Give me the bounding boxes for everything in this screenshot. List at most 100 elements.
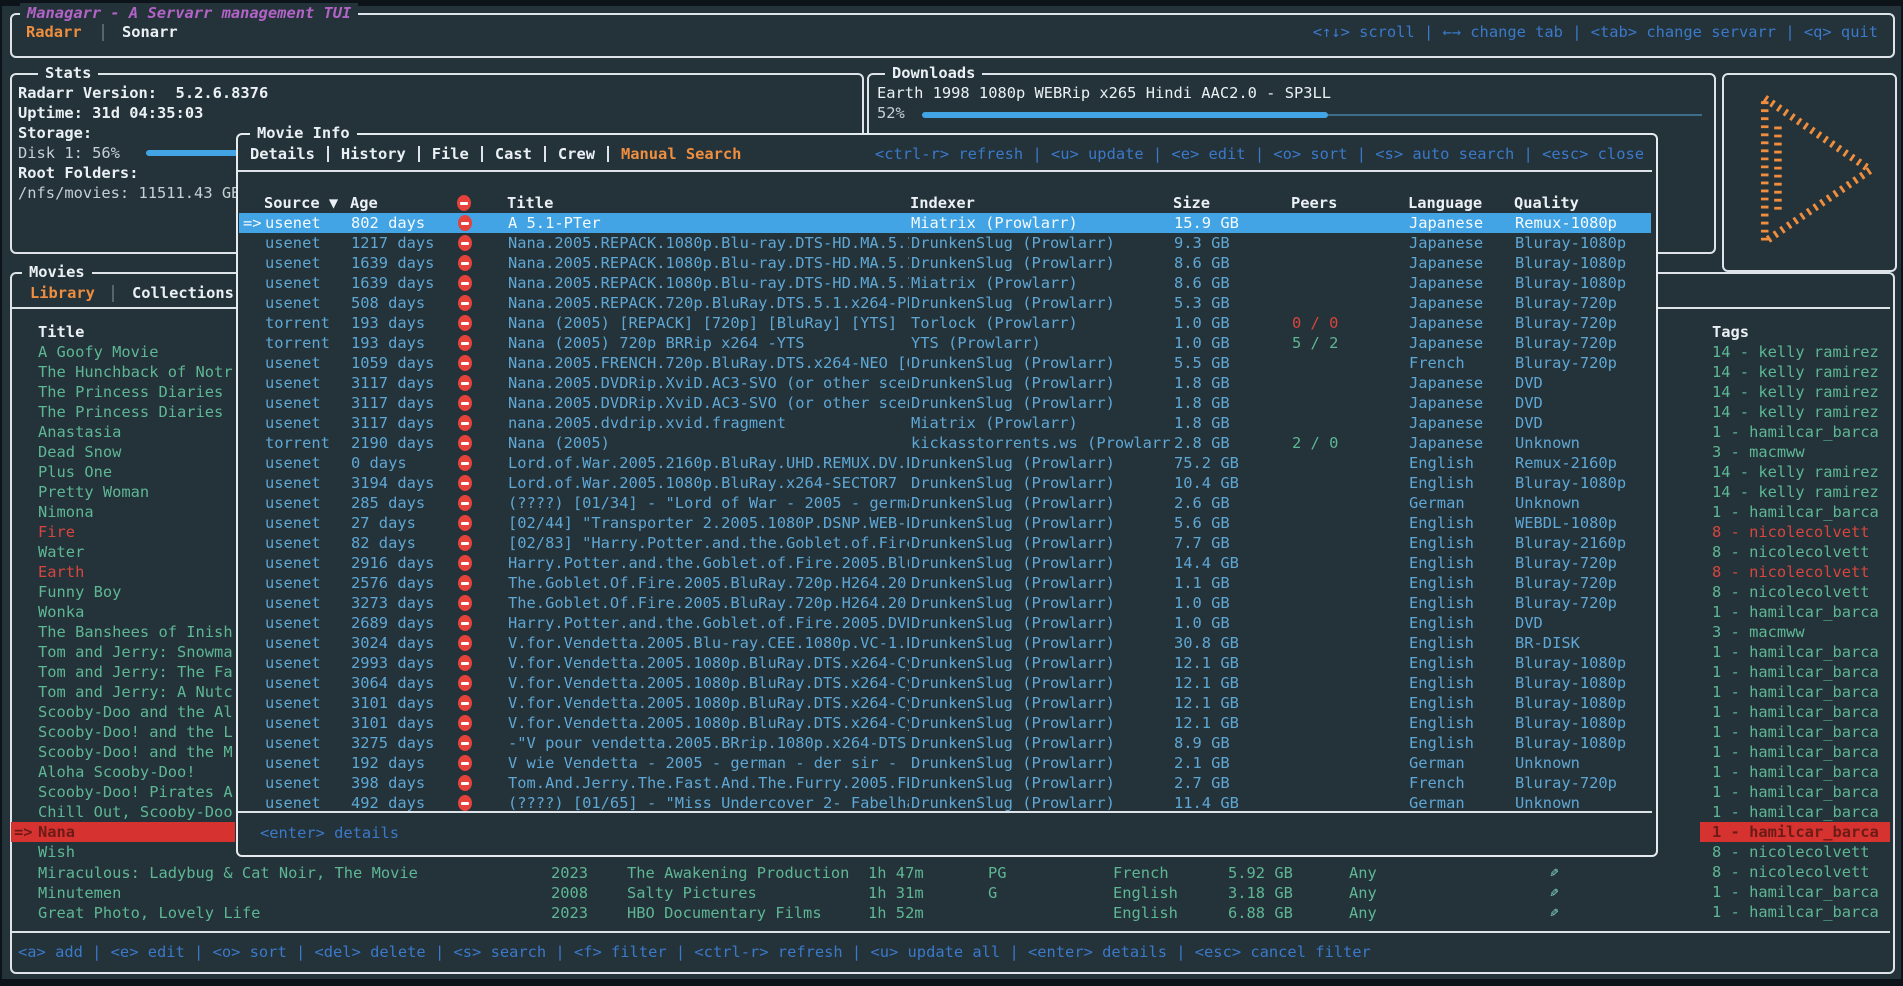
search-result-row[interactable]: usenet2576 daysThe.Goblet.Of.Fire.2005.B… [239,573,1651,593]
cell-source: usenet [265,613,345,633]
tag-cell: 3 - macmww [1712,442,1805,462]
movies-list-item[interactable]: Tom and Jerry: The Fa [38,662,233,682]
search-result-row[interactable]: usenet1639 daysNana.2005.REPACK.1080p.Bl… [239,273,1651,293]
search-result-row[interactable]: usenet3101 daysV.for.Vendetta.2005.1080p… [239,713,1651,733]
movies-list-item[interactable]: Tom and Jerry: A Nutc [38,682,233,702]
movies-list-item[interactable]: A Goofy Movie [38,342,158,362]
movies-list-item[interactable]: Plus One [38,462,112,482]
search-result-row[interactable]: usenet3117 daysNana.2005.DVDRip.XviD.AC3… [239,373,1651,393]
tab-sonarr[interactable]: Sonarr [122,22,178,42]
search-result-row[interactable]: torrent2190 daysNana (2005)kickasstorren… [239,433,1651,453]
movies-list-item[interactable]: Wonka [38,602,84,622]
movies-list-item[interactable]: Chill Out, Scooby-Doo [38,802,233,822]
movies-list-item[interactable]: The Princess Diaries [38,402,223,422]
search-result-row[interactable]: usenet398 daysTom.And.Jerry.The.Fast.And… [239,773,1651,793]
modal-tab-details[interactable]: Details [250,144,315,164]
search-result-row[interactable]: usenet27 days[02/44] "Transporter 2.2005… [239,513,1651,533]
movies-list-item[interactable]: Earth [38,562,84,582]
modal-tab-history[interactable]: History [341,144,406,164]
tab-collections[interactable]: Collections [132,283,234,303]
movies-list-item[interactable]: Scooby-Doo! and the M [38,742,233,762]
movies-list-item[interactable]: The Banshees of Inish [38,622,233,642]
cell-quality: DVD [1515,613,1651,633]
search-result-row[interactable]: =>usenet802 daysA 5.1-PTerMiatrix (Prowl… [239,213,1651,233]
movies-list-item-selected[interactable]: =>Nana [11,822,235,842]
movies-list-item[interactable]: Aloha Scooby-Doo! [38,762,196,782]
movies-list-item[interactable]: Tom and Jerry: Snowma [38,642,233,662]
search-result-row[interactable]: usenet82 days[02/83] "Harry.Potter.and.t… [239,533,1651,553]
cell-age: 2689 days [351,613,451,633]
movies-list-item[interactable]: Scooby-Doo! Pirates A [38,782,233,802]
cell-title: Lord.of.War.2005.1080p.BluRay.x264-SECTO… [508,473,909,493]
modal-tab-file[interactable]: File [432,144,469,164]
monitored-quill-icon: ✎ [1550,903,1558,923]
cell-quality: Bluray-720p [1515,293,1651,313]
search-result-row[interactable]: usenet3275 days-"V pour vendetta.2005.BR… [239,733,1651,753]
cell-language: Japanese [1409,373,1509,393]
movies-list-item[interactable]: Funny Boy [38,582,121,602]
search-result-row[interactable]: usenet3117 daysnana.2005.dvdrip.xvid.fra… [239,413,1651,433]
movies-list-item[interactable]: The Hunchback of Notr [38,362,233,382]
tag-cell: 1 - hamilcar_barca [1712,662,1879,682]
cell-language: Japanese [1409,213,1509,233]
cell-language: German [1409,493,1509,513]
search-result-row[interactable]: usenet192 daysV wie Vendetta - 2005 - ge… [239,753,1651,773]
no-entry-icon [458,335,472,351]
movies-list-item[interactable]: Pretty Woman [38,482,149,502]
movies-list-item[interactable]: Nimona [38,502,94,522]
downloads-title: Downloads [885,63,982,83]
movie-studio: Salty Pictures [627,883,862,903]
search-result-row[interactable]: usenet508 daysNana.2005.REPACK.720p.BluR… [239,293,1651,313]
search-result-row[interactable]: usenet3101 daysV.for.Vendetta.2005.1080p… [239,693,1651,713]
modal-footer-keybind: <enter> details [260,823,399,843]
search-result-row[interactable]: usenet2916 daysHarry.Potter.and.the.Gobl… [239,553,1651,573]
search-result-row[interactable]: usenet1217 daysNana.2005.REPACK.1080p.Bl… [239,233,1651,253]
search-result-row[interactable]: usenet285 days(????) [01/34] - "Lord of … [239,493,1651,513]
cell-source: torrent [265,433,345,453]
modal-tab-crew[interactable]: Crew [558,144,595,164]
search-result-row[interactable]: usenet0 daysLord.of.War.2005.2160p.BluRa… [239,453,1651,473]
movies-list-item[interactable]: The Princess Diaries [38,382,223,402]
search-result-row[interactable]: torrent193 daysNana (2005) 720p BRRip x2… [239,333,1651,353]
cell-title: [02/44] "Transporter 2.2005.1080P.DSNP.W… [508,513,909,533]
movies-table-row[interactable]: Great Photo, Lovely Life2023HBO Document… [0,903,1903,923]
stats-root-value: /nfs/movies: 11511.43 GB [18,183,240,203]
cell-source: usenet [265,693,345,713]
movies-list-item[interactable]: Dead Snow [38,442,121,462]
movies-list-item[interactable]: Water [38,542,84,562]
cell-indexer: DrunkenSlug (Prowlarr) [911,673,1172,693]
movies-list-item[interactable]: Fire [38,522,75,542]
cell-language: English [1409,553,1509,573]
movies-list-item[interactable]: Scooby-Doo! and the L [38,722,233,742]
search-result-row[interactable]: usenet1639 daysNana.2005.REPACK.1080p.Bl… [239,253,1651,273]
search-result-row[interactable]: usenet3064 daysV.for.Vendetta.2005.1080p… [239,673,1651,693]
modal-tab-divider [418,146,420,162]
movies-list-item[interactable]: Wish [38,842,75,862]
tab-radarr[interactable]: Radarr [26,22,82,42]
search-result-row[interactable]: usenet3194 daysLord.of.War.2005.1080p.Bl… [239,473,1651,493]
movies-list-item[interactable]: Scooby-Doo and the Al [38,702,233,722]
search-result-row[interactable]: usenet3273 daysThe.Goblet.Of.Fire.2005.B… [239,593,1651,613]
search-result-row[interactable]: usenet2993 daysV.for.Vendetta.2005.1080p… [239,653,1651,673]
search-result-row[interactable]: usenet492 days(????) [01/65] - "Miss Und… [239,793,1651,813]
modal-tab-manual-search[interactable]: Manual Search [621,144,741,164]
search-result-row[interactable]: usenet1059 daysNana.2005.FRENCH.720p.Blu… [239,353,1651,373]
movies-table-row[interactable]: Minutemen2008Salty Pictures1h 31mGEnglis… [0,883,1903,903]
movies-list-item[interactable]: Anastasia [38,422,121,442]
search-result-row[interactable]: usenet3117 daysNana.2005.DVDRip.XviD.AC3… [239,393,1651,413]
movie-size: 3.18 GB [1228,883,1343,903]
movies-table-row[interactable]: Miraculous: Ladybug & Cat Noir, The Movi… [0,863,1903,883]
cell-title: Nana (2005) [508,433,909,453]
modal-tab-cast[interactable]: Cast [495,144,532,164]
cell-quality: DVD [1515,393,1651,413]
tag-cell: 14 - kelly ramirez [1712,382,1879,402]
cell-indexer: DrunkenSlug (Prowlarr) [911,253,1172,273]
cell-size: 2.1 GB [1174,753,1284,773]
movie-language: French [1113,863,1223,883]
search-result-row[interactable]: usenet3024 daysV.for.Vendetta.2005.Blu-r… [239,633,1651,653]
cell-language: Japanese [1409,333,1509,353]
tab-library[interactable]: Library [30,283,95,303]
cell-indexer: DrunkenSlug (Prowlarr) [911,633,1172,653]
search-result-row[interactable]: usenet2689 daysHarry.Potter.and.the.Gobl… [239,613,1651,633]
search-result-row[interactable]: torrent193 daysNana (2005) [REPACK] [720… [239,313,1651,333]
